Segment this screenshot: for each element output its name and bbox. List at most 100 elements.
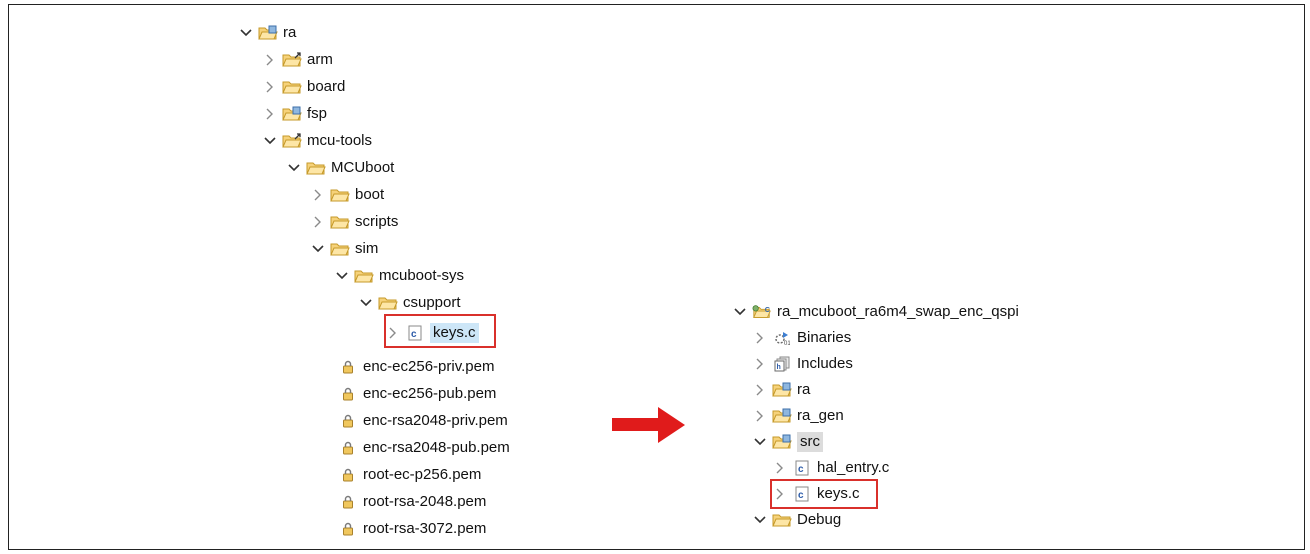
tree-item-ra[interactable]: ra (752, 377, 810, 403)
right-arrow-icon (612, 407, 685, 443)
tree-item-pem[interactable]: root-rsa-2048.pem (338, 489, 486, 515)
tree-item-mcu-tools[interactable]: mcu-tools (262, 128, 372, 154)
c-project-icon (752, 304, 772, 320)
lock-file-icon (338, 440, 358, 456)
tree-item-fsp[interactable]: fsp (262, 101, 327, 127)
tree-item-label: scripts (355, 213, 399, 230)
folder-icon (330, 241, 350, 257)
chevron-down-icon[interactable] (262, 133, 278, 149)
tree-item-label: ra (797, 381, 811, 398)
tree-item-label: enc-ec256-pub.pem (363, 385, 497, 402)
chevron-down-icon[interactable] (334, 268, 350, 284)
source-folder-icon (772, 382, 792, 398)
tree-item-label: MCUboot (331, 159, 395, 176)
source-folder-icon (772, 434, 792, 450)
tree-item-label: board (307, 78, 346, 95)
source-folder-icon (772, 408, 792, 424)
tree-item-label: mcu-tools (307, 132, 373, 149)
chevron-right-icon[interactable] (262, 106, 278, 122)
tree-item-includes[interactable]: Includes (752, 351, 853, 377)
tree-item-binaries[interactable]: Binaries (752, 325, 851, 351)
tree-item-ra-gen[interactable]: ra_gen (752, 403, 844, 429)
folder-icon (306, 160, 326, 176)
linked-folder-icon (282, 133, 302, 149)
tree-item-label: Includes (797, 355, 853, 372)
tree-item-pem[interactable]: enc-rsa2048-priv.pem (338, 408, 508, 434)
tree-item-scripts[interactable]: scripts (310, 209, 398, 235)
chevron-down-icon[interactable] (238, 25, 254, 41)
tree-item-debug[interactable]: Debug (752, 507, 841, 533)
tree-item-label: boot (355, 186, 385, 203)
binaries-icon (772, 330, 792, 346)
folder-icon (354, 268, 374, 284)
tree-item-boot[interactable]: boot (310, 182, 384, 208)
figure-frame (8, 4, 1305, 550)
chevron-down-icon[interactable] (732, 304, 748, 320)
chevron-right-icon[interactable] (310, 187, 326, 203)
chevron-down-icon[interactable] (752, 434, 768, 450)
includes-icon (772, 356, 792, 372)
tree-item-src[interactable]: src (752, 429, 823, 455)
tree-item-pem[interactable]: enc-rsa2048-pub.pem (338, 435, 510, 461)
tree-item-label: root-rsa-2048.pem (363, 493, 487, 510)
chevron-down-icon[interactable] (286, 160, 302, 176)
tree-item-label: root-ec-p256.pem (363, 466, 482, 483)
tree-item-pem[interactable]: root-rsa-3072.pem (338, 516, 486, 542)
tree-item-mcuboot-sys[interactable]: mcuboot-sys (334, 263, 464, 289)
folder-icon (282, 79, 302, 95)
tree-item-hal-entry[interactable]: hal_entry.c (772, 455, 889, 481)
tree-item-label: arm (307, 51, 333, 68)
folder-icon (330, 214, 350, 230)
chevron-right-icon[interactable] (262, 52, 278, 68)
tree-item-label: src (797, 432, 823, 452)
tree-item-arm[interactable]: arm (262, 47, 333, 73)
lock-file-icon (338, 386, 358, 402)
tree-item-label: root-rsa-3072.pem (363, 520, 487, 537)
chevron-right-icon[interactable] (772, 460, 788, 476)
chevron-right-icon[interactable] (310, 214, 326, 230)
linked-folder-icon (282, 52, 302, 68)
lock-file-icon (338, 494, 358, 510)
folder-icon (772, 512, 792, 528)
tree-item-mcuboot[interactable]: MCUboot (286, 155, 394, 181)
tree-item-label: mcuboot-sys (379, 267, 465, 284)
chevron-right-icon[interactable] (752, 408, 768, 424)
tree-item-label: ra_mcuboot_ra6m4_swap_enc_qspi (777, 303, 1019, 320)
c-file-icon (792, 460, 812, 476)
tree-item-label: csupport (403, 294, 461, 311)
tree-item-label: ra_gen (797, 407, 844, 424)
source-folder-icon (282, 106, 302, 122)
lock-file-icon (338, 521, 358, 537)
chevron-down-icon[interactable] (358, 295, 374, 311)
tree-item-label: Binaries (797, 329, 852, 346)
chevron-right-icon[interactable] (752, 356, 768, 372)
lock-file-icon (338, 413, 358, 429)
lock-file-icon (338, 359, 358, 375)
tree-item-label: hal_entry.c (817, 459, 890, 476)
tree-item-pem[interactable]: enc-ec256-pub.pem (338, 381, 496, 407)
tree-item-label: ra (283, 24, 297, 41)
tree-item-label: Debug (797, 511, 842, 528)
tree-item-sim[interactable]: sim (310, 236, 378, 262)
chevron-down-icon[interactable] (310, 241, 326, 257)
chevron-right-icon[interactable] (262, 79, 278, 95)
tree-item-pem[interactable]: enc-ec256-priv.pem (338, 354, 494, 380)
tree-item-label: enc-rsa2048-pub.pem (363, 439, 510, 456)
chevron-right-icon[interactable] (752, 330, 768, 346)
tree-item-label: enc-ec256-priv.pem (363, 358, 495, 375)
folder-icon (330, 187, 350, 203)
source-folder-icon (258, 25, 278, 41)
lock-file-icon (338, 467, 358, 483)
tree-item-project[interactable]: ra_mcuboot_ra6m4_swap_enc_qspi (732, 299, 1019, 325)
tree-item-label: sim (355, 240, 379, 257)
tree-item-pem[interactable]: root-ec-p256.pem (338, 462, 481, 488)
folder-icon (378, 295, 398, 311)
chevron-right-icon[interactable] (752, 382, 768, 398)
chevron-down-icon[interactable] (752, 512, 768, 528)
tree-item-ra[interactable]: ra (238, 20, 296, 46)
highlight-box-keys-c (770, 479, 878, 509)
tree-item-label: fsp (307, 105, 328, 122)
tree-item-csupport[interactable]: csupport (358, 290, 461, 316)
tree-item-board[interactable]: board (262, 74, 345, 100)
tree-item-label: enc-rsa2048-priv.pem (363, 412, 508, 429)
